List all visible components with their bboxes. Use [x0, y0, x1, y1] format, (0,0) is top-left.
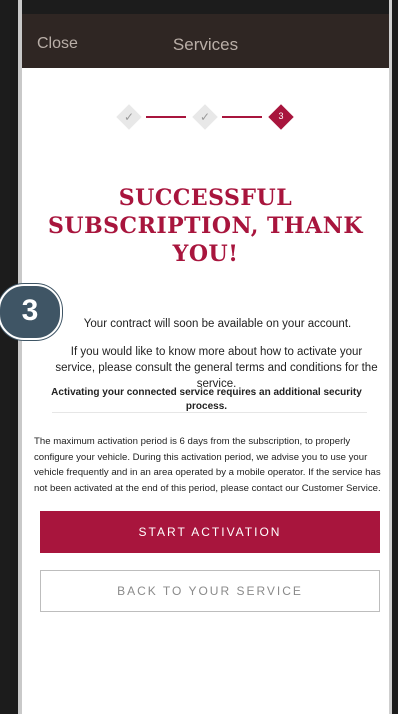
- step-connector: [146, 116, 186, 118]
- step-number-badge: 3: [0, 284, 62, 340]
- divider: [52, 412, 367, 413]
- checkmark-icon: ✓: [123, 110, 135, 124]
- step-3-label: 3: [278, 111, 284, 121]
- security-notice: Activating your connected service requir…: [51, 387, 362, 412]
- page-title: Services: [172, 35, 239, 54]
- activation-period-notice: The maximum activation period is 6 days …: [34, 436, 381, 494]
- app-screen: Close Services ✓ ✓ 3 SUCCESSFUL SUBSCRIP…: [22, 14, 389, 714]
- device-frame-top: [0, 0, 398, 14]
- success-heading: SUCCESSFUL SUBSCRIPTION, THANK YOU!: [48, 185, 363, 267]
- back-to-service-button[interactable]: BACK TO YOUR SERVICE: [40, 570, 380, 612]
- device-frame-left: [0, 0, 18, 714]
- device-frame-right: [392, 0, 398, 714]
- info-message: If you would like to know more about how…: [55, 346, 378, 390]
- start-activation-button[interactable]: START ACTIVATION: [40, 511, 380, 553]
- progress-stepper: ✓ ✓ 3: [116, 102, 306, 132]
- navigation-bar: Close Services: [22, 14, 389, 68]
- device-frame-edge-right: [389, 0, 392, 714]
- checkmark-icon: ✓: [199, 110, 211, 124]
- contract-message: Your contract will soon be available on …: [83, 318, 352, 330]
- step-connector: [222, 116, 262, 118]
